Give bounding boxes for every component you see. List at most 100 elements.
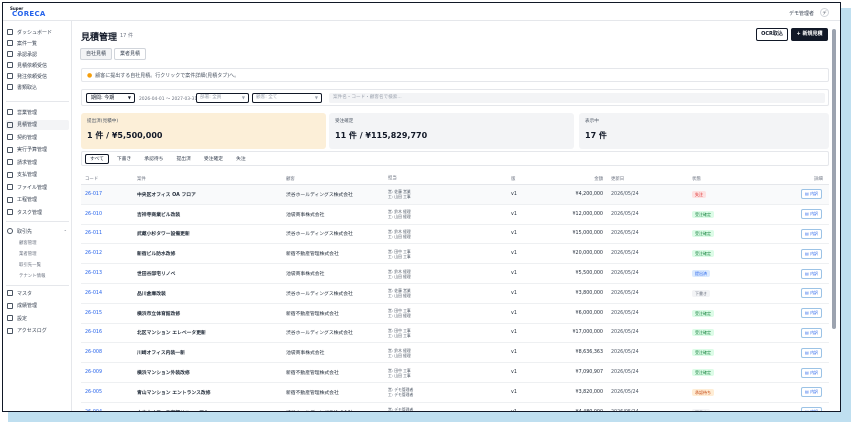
row-code[interactable]: 26-004 (85, 403, 102, 411)
column-header-version[interactable]: 版 (511, 173, 515, 184)
sidebar-item-10[interactable]: 請求管理 (6, 157, 69, 167)
sidebar-item-1[interactable]: 案件一覧 (6, 38, 69, 48)
table-row[interactable]: 26-011 武蔵小杉タワー設備更新 渋谷ホールディングス株式会社 営: 鈴木 … (81, 225, 829, 245)
sidebar-bottom-item-1[interactable]: 成績管理 (6, 301, 69, 311)
sidebar-bottom-item-3[interactable]: アクセスログ (6, 326, 69, 336)
client-select[interactable]: 顧客: 全て ▼ (252, 93, 322, 103)
status-tab-lost[interactable]: 失注 (231, 154, 251, 164)
row-code[interactable]: 26-008 (85, 343, 102, 362)
column-header-status[interactable]: 状態 (692, 173, 701, 184)
sidebar-item-4[interactable]: 発注依頼受信 (6, 71, 69, 81)
sidebar-item-0[interactable]: ダッシュボード (6, 27, 69, 37)
column-header-assignee[interactable]: 担当 (388, 173, 397, 184)
row-code[interactable]: 26-011 (85, 225, 102, 244)
column-header-updated[interactable]: 更新日 (611, 173, 624, 184)
row-status: 受注確定 (692, 225, 714, 244)
row-code[interactable]: 26-015 (85, 304, 102, 323)
sidebar-item-3[interactable]: 見積依頼受信 (6, 60, 69, 70)
row-project-name: 青山マンション エントランス改修 (137, 390, 211, 396)
row-assignee-works: 工: 山田 経理 (388, 273, 411, 279)
table-row[interactable]: 26-014 品川倉庫改装 渋谷ホールディングス株式会社 営: 佐藤 営業 工:… (81, 284, 829, 304)
table-row[interactable]: 26-016 北区マンション エレベータ更新 渋谷ホールディングス株式会社 営:… (81, 324, 829, 344)
department-select[interactable]: 部署: 全員 ▼ (196, 93, 249, 103)
row-code[interactable]: 26-005 (85, 383, 102, 402)
detail-breakdown-button[interactable]: ▤ 内訳 (801, 189, 823, 200)
sidebar-item-13[interactable]: 工程管理 (6, 195, 69, 205)
detail-button-label: 内訳 (810, 329, 819, 335)
row-code[interactable]: 26-017 (85, 185, 102, 204)
table-row[interactable]: 26-009 横浜マンション外装改修 新宿不動産管理株式会社 営: 田中 工事 … (81, 363, 829, 383)
sidebar-group-clients[interactable]: 取引先 ⌃ (6, 226, 69, 236)
logo[interactable]: CORECA (12, 10, 46, 18)
detail-breakdown-button[interactable]: ▤ 内訳 (801, 268, 823, 279)
status-badge: 受注確定 (692, 230, 714, 238)
row-version: v1 (511, 231, 517, 237)
detail-breakdown-button[interactable]: ▤ 内訳 (801, 248, 823, 259)
sidebar-subitem-0[interactable]: 顧客管理 (19, 240, 37, 246)
sidebar-item-6[interactable]: 営業管理 (6, 107, 69, 117)
sidebar-subitem-1[interactable]: 業者管理 (19, 251, 37, 257)
detail-breakdown-button[interactable]: ▤ 内訳 (801, 308, 823, 319)
table-row[interactable]: 26-005 青山マンション エントランス改修 新宿不動産管理株式会社 営: デ… (81, 383, 829, 403)
sidebar-item-7[interactable]: 見積管理 (6, 119, 69, 130)
detail-breakdown-button[interactable]: ▤ 内訳 (801, 288, 823, 299)
row-detail: ▤ 内訳 (801, 205, 823, 224)
status-badge: 下書き (692, 289, 710, 297)
table-row[interactable]: 26-015 横浜市立体育館改修 新宿不動産管理株式会社 営: 田中 工事 工:… (81, 304, 829, 324)
detail-breakdown-button[interactable]: ▤ 内訳 (801, 209, 823, 220)
column-header-code[interactable]: コード (85, 173, 98, 184)
tab-own-estimate[interactable]: 自社見積 (80, 48, 113, 60)
sidebar-subitem-3[interactable]: テナント情報 (19, 273, 45, 279)
new-estimate-button[interactable]: + 新規見積 (791, 28, 828, 41)
status-tab-submitted[interactable]: 提出済 (171, 154, 195, 164)
sidebar-subitem-2[interactable]: 取引先一覧 (19, 262, 41, 268)
row-code[interactable]: 26-009 (85, 363, 102, 382)
scrollbar[interactable] (831, 23, 837, 411)
status-tab-draft[interactable]: 下書き (112, 154, 136, 164)
column-header-project[interactable]: 案件 (137, 173, 146, 184)
table-row[interactable]: 26-013 世田谷邸宅リノベ 池袋商事株式会社 営: 鈴木 経理 工: 山田 … (81, 264, 829, 284)
sidebar-item-12[interactable]: ファイル管理 (6, 182, 69, 192)
table-row[interactable]: 26-004 六本木オフィス空調リニューアル 渋谷ホールディングス株式会社 営:… (81, 403, 829, 411)
row-assignee-works: 工: 山田 経理 (388, 352, 411, 358)
user-name[interactable]: デモ管理者 (789, 10, 814, 17)
status-tab-pending[interactable]: 承認待ち (139, 154, 168, 164)
status-tab-won[interactable]: 受注確定 (199, 154, 228, 164)
window-shadow-bottom (8, 412, 851, 422)
sidebar-item-9[interactable]: 実行予算管理 (6, 145, 69, 155)
search-input[interactable]: 案件名・コード・顧客名で検索... (329, 93, 825, 103)
table-row[interactable]: 26-010 吉祥寺商業ビル改装 池袋商事株式会社 営: 鈴木 経理 工: 山田… (81, 205, 829, 225)
ocr-import-button[interactable]: OCR取込 (756, 28, 788, 41)
sidebar-item-14[interactable]: タスク管理 (6, 207, 69, 217)
sidebar-bottom-item-2[interactable]: 設定 (6, 313, 69, 323)
row-version: v1 (511, 403, 517, 411)
detail-breakdown-button[interactable]: ▤ 内訳 (801, 387, 823, 398)
row-code[interactable]: 26-014 (85, 284, 102, 303)
detail-breakdown-button[interactable]: ▤ 内訳 (801, 228, 823, 239)
detail-breakdown-button[interactable]: ▤ 内訳 (801, 327, 823, 338)
sidebar-bottom-item-0[interactable]: マスタ (6, 288, 69, 298)
row-code[interactable]: 26-013 (85, 264, 102, 283)
row-code[interactable]: 26-016 (85, 324, 102, 343)
sidebar-item-5[interactable]: 書類取込 (6, 82, 69, 92)
sidebar-item-label: 営業管理 (17, 109, 38, 116)
sidebar-item-2[interactable]: 承認承認 (6, 49, 69, 59)
table-row[interactable]: 26-012 新宿ビル防水改修 新宿不動産管理株式会社 営: 田中 工事 工: … (81, 244, 829, 265)
row-code[interactable]: 26-012 (85, 244, 102, 263)
sidebar-item-8[interactable]: 契約管理 (6, 132, 69, 142)
sidebar-item-11[interactable]: 支払管理 (6, 170, 69, 180)
detail-breakdown-button[interactable]: ▤ 内訳 (801, 367, 823, 378)
avatar[interactable]: デ (820, 8, 829, 17)
row-code[interactable]: 26-010 (85, 205, 102, 224)
table-row[interactable]: 26-008 川崎オフィス内装一新 池袋商事株式会社 営: 鈴木 経理 工: 山… (81, 343, 829, 364)
column-header-amount[interactable]: 金額 (541, 173, 603, 184)
column-header-client[interactable]: 顧客 (286, 173, 295, 184)
tab-vendor-estimate[interactable]: 業者見積 (114, 48, 147, 60)
detail-breakdown-button[interactable]: ▤ 内訳 (801, 407, 823, 411)
scrollbar-thumb[interactable] (832, 29, 836, 329)
detail-breakdown-button[interactable]: ▤ 内訳 (801, 347, 823, 358)
table-row[interactable]: 26-017 中央区オフィス OA フロア 渋谷ホールディングス株式会社 営: … (81, 185, 829, 205)
status-tab-all[interactable]: すべて (85, 153, 109, 164)
period-select[interactable]: 期間: 今期 ▼ (86, 93, 135, 103)
row-updated-date: 2026/05/24 (611, 310, 639, 316)
